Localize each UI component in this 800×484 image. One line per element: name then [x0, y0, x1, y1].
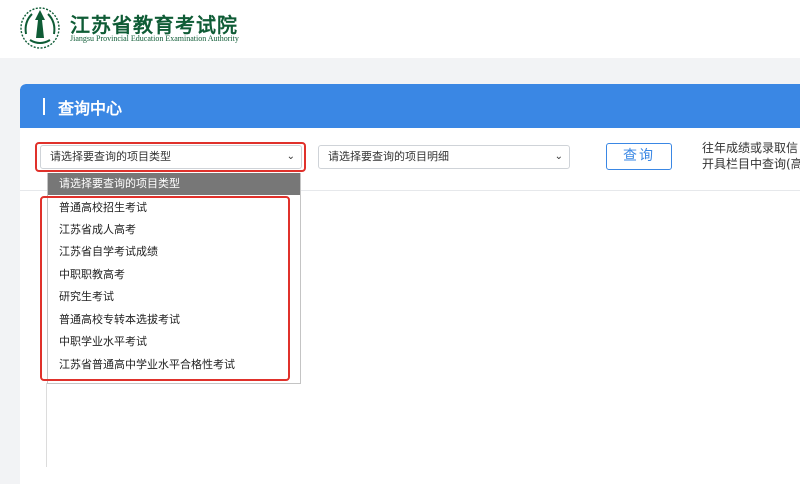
project-type-dropdown-list: 请选择要查询的项目类型 普通高校招生考试 江苏省成人高考 江苏省自学考试成绩 中…: [47, 173, 301, 384]
org-name-en: Jiangsu Provincial Education Examination…: [70, 34, 239, 43]
query-button[interactable]: 查询: [606, 143, 672, 170]
content-border: [46, 383, 47, 467]
chevron-down-icon: ⌄: [554, 151, 563, 162]
chevron-down-icon: ⌄: [286, 151, 295, 162]
dropdown-option[interactable]: 普通高校招生考试: [48, 197, 300, 219]
panel-title: 查询中心: [58, 99, 123, 118]
note-line-2: 开具栏目中查询(高: [702, 157, 800, 171]
dropdown-option[interactable]: 请选择要查询的项目类型: [48, 173, 300, 195]
title-accent-bar: [43, 98, 45, 115]
dropdown-option[interactable]: 江苏省普通高中学业水平合格性考试: [48, 354, 300, 376]
institution-emblem-icon: [20, 7, 60, 49]
dropdown-option[interactable]: 普通高校专转本选拔考试: [48, 309, 300, 331]
history-results-note: 往年成绩或录取信 开具栏目中查询(高: [702, 140, 800, 172]
panel-header: 查询中心: [20, 84, 800, 128]
dropdown-option[interactable]: 中职职教高考: [48, 264, 300, 286]
site-header: 江苏省教育考试院 Jiangsu Provincial Education Ex…: [0, 0, 800, 58]
dropdown-option[interactable]: 中职学业水平考试: [48, 331, 300, 353]
note-line-1: 往年成绩或录取信: [702, 141, 799, 155]
project-type-select[interactable]: 请选择要查询的项目类型 ⌄: [40, 145, 302, 169]
dropdown-option[interactable]: 江苏省自学考试成绩: [48, 241, 300, 263]
dropdown-option[interactable]: 江苏省成人高考: [48, 219, 300, 241]
project-detail-select[interactable]: 请选择要查询的项目明细 ⌄: [318, 145, 570, 169]
project-type-select-value: 请选择要查询的项目类型: [50, 150, 171, 163]
project-detail-select-value: 请选择要查询的项目明细: [328, 150, 449, 163]
dropdown-option[interactable]: 研究生考试: [48, 286, 300, 308]
